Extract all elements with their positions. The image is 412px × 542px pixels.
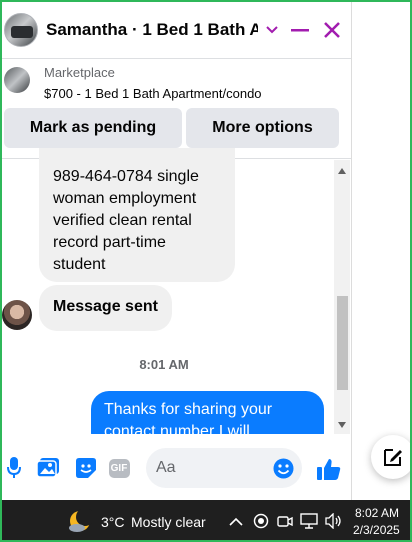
messages-scrollbar[interactable] [334, 160, 350, 434]
scroll-up-icon[interactable] [338, 168, 346, 174]
gif-icon[interactable]: GIF [108, 458, 130, 478]
chevron-down-icon[interactable] [260, 2, 284, 58]
compose-icon [384, 449, 402, 466]
new-message-button[interactable] [371, 435, 412, 479]
weather-condition[interactable]: Mostly clear [131, 514, 206, 530]
weather-temperature[interactable]: 3°C [101, 514, 125, 530]
header-divider [2, 58, 351, 59]
emoji-icon[interactable] [272, 457, 294, 479]
gif-label: GIF [108, 458, 130, 478]
weather-moon-icon[interactable] [68, 508, 94, 533]
message-composer: GIF [2, 434, 351, 500]
clock-date[interactable]: 2/3/2025 [353, 523, 400, 537]
chevron-up-icon[interactable] [229, 514, 243, 532]
sticker-icon[interactable] [75, 457, 97, 479]
scroll-down-icon[interactable] [338, 422, 346, 428]
network-icon[interactable] [300, 513, 318, 534]
mark-as-pending-button[interactable]: Mark as pending [4, 108, 182, 148]
camera-icon[interactable] [277, 513, 293, 534]
sender-avatar[interactable] [2, 300, 32, 330]
marketplace-label: Marketplace [44, 65, 115, 80]
image-icon[interactable] [36, 458, 60, 478]
scrollbar-thumb[interactable] [337, 296, 348, 390]
message-line: verified clean rental [53, 212, 192, 229]
thumbs-up-icon[interactable] [316, 456, 342, 482]
volume-icon[interactable] [325, 512, 343, 534]
message-line: student [53, 256, 106, 273]
minimize-icon[interactable] [288, 2, 312, 58]
listing-thumbnail [4, 67, 30, 93]
message-bubble-incoming: 989-464-0784 single woman employment ver… [39, 148, 235, 282]
windows-taskbar: 3°C Mostly clear 8:02 AM 2/3/2025 [0, 500, 412, 542]
clock-time[interactable]: 8:02 AM [355, 506, 399, 520]
chat-window: Samantha · 1 Bed 1 Bath A... Marketplace… [2, 2, 352, 500]
message-input[interactable] [156, 458, 266, 478]
message-timestamp: 8:01 AM [139, 357, 189, 372]
message-line: Thanks for sharing your [104, 401, 273, 418]
microphone-icon[interactable] [4, 456, 24, 480]
message-input-container [146, 448, 302, 488]
contact-avatar[interactable] [4, 13, 38, 47]
chat-title[interactable]: Samantha · 1 Bed 1 Bath A... [46, 20, 258, 40]
record-icon[interactable] [253, 513, 269, 534]
more-options-button[interactable]: More options [186, 108, 339, 148]
background-area [352, 2, 410, 500]
message-bubble-incoming: Message sent [39, 285, 172, 331]
close-icon[interactable] [320, 2, 344, 58]
marketplace-listing[interactable]: Marketplace $700 - 1 Bed 1 Bath Apartmen… [2, 60, 351, 108]
listing-title: $700 - 1 Bed 1 Bath Apartment/condo [44, 86, 262, 101]
message-line: woman employment [53, 190, 197, 207]
message-line: 989-464-0784 single [53, 168, 199, 185]
message-line: record part-time [53, 234, 166, 251]
